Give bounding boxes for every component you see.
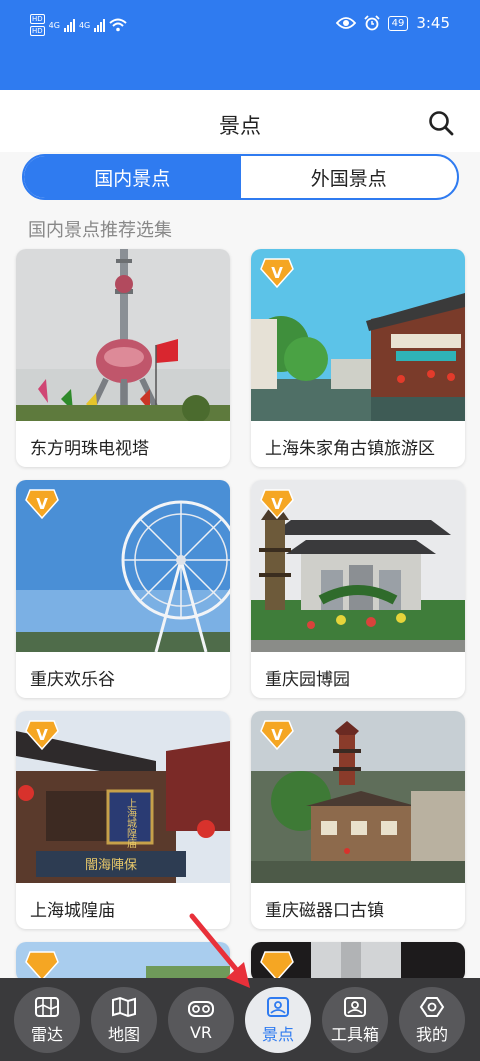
page-header: 景点 — [0, 90, 480, 152]
vip-badge-icon: V — [25, 720, 59, 751]
photo-icon — [267, 996, 289, 1017]
user-icon — [419, 996, 445, 1017]
attraction-card[interactable]: V 上海朱家角古镇旅游区 — [251, 249, 465, 467]
attraction-card[interactable]: V 重庆欢乐谷 — [16, 480, 230, 698]
svg-text:V: V — [271, 264, 283, 282]
svg-text:V: V — [36, 726, 48, 744]
attraction-name: 重庆磁器口古镇 — [265, 901, 384, 921]
svg-text:V: V — [271, 495, 283, 513]
app-bar-band — [0, 48, 480, 90]
nav-label: 工具箱 — [330, 1024, 379, 1044]
signal-icon — [94, 18, 106, 32]
network-type: 4G — [78, 20, 91, 30]
vip-badge-icon: V — [25, 489, 59, 520]
attraction-name: 上海朱家角古镇旅游区 — [265, 439, 435, 459]
attraction-name: 东方明珠电视塔 — [30, 439, 149, 459]
annotation-arrow-icon — [189, 913, 250, 988]
vip-badge-icon: V — [260, 720, 294, 751]
toolbox-icon — [344, 996, 366, 1017]
nav-label: 景点 — [261, 1024, 294, 1044]
nav-attractions[interactable]: 景点 — [245, 987, 311, 1053]
status-left: HD HD 4G 4G — [30, 14, 127, 36]
vr-glasses-icon — [188, 1001, 214, 1017]
map-fold-icon — [35, 996, 59, 1017]
nav-label: 地图 — [107, 1024, 140, 1044]
nav-map[interactable]: 地图 — [91, 987, 157, 1053]
attraction-name: 上海城隍庙 — [30, 901, 115, 921]
nav-label: VR — [189, 1023, 213, 1042]
map-icon — [112, 996, 136, 1017]
signal-icon — [63, 18, 75, 32]
nav-vr[interactable]: VR — [168, 987, 234, 1053]
hd-badge: HD — [30, 26, 45, 36]
section-title: 国内景点推荐选集 — [28, 220, 172, 241]
clock: 3:45 — [416, 14, 450, 32]
region-tabs: 国内景点 外国景点 — [22, 154, 459, 200]
page-title: 景点 — [219, 114, 261, 138]
eye-icon — [335, 17, 356, 29]
nav-mine[interactable]: 我的 — [399, 987, 465, 1053]
svg-text:闇海陣保: 闇海陣保 — [85, 858, 137, 873]
attraction-name: 重庆欢乐谷 — [30, 670, 115, 690]
nav-toolbox[interactable]: 工具箱 — [322, 987, 388, 1053]
alarm-icon — [363, 15, 380, 31]
svg-text:V: V — [36, 495, 48, 513]
status-bar: HD HD 4G 4G 49 3:45 — [0, 0, 480, 48]
svg-text:V: V — [271, 726, 283, 744]
attraction-name: 重庆园博园 — [265, 670, 350, 690]
attraction-card[interactable]: 东方明珠电视塔 — [16, 249, 230, 467]
svg-text:上海城隍庙: 上海城隍庙 — [125, 798, 137, 849]
tab-foreign[interactable]: 外国景点 — [241, 156, 458, 198]
search-icon[interactable] — [428, 110, 454, 136]
attraction-card[interactable]: 上海城隍庙 闇海陣保 V 上海城隍庙 — [16, 711, 230, 929]
wifi-icon — [109, 18, 127, 32]
attraction-card[interactable]: V 重庆园博园 — [251, 480, 465, 698]
battery-indicator: 49 — [387, 15, 409, 31]
nav-label: 雷达 — [30, 1024, 63, 1044]
nav-label: 我的 — [415, 1024, 448, 1044]
vip-badge-icon: V — [260, 258, 294, 289]
vip-badge-icon: V — [260, 489, 294, 520]
attraction-photo — [16, 249, 230, 421]
network-type: 4G — [48, 20, 60, 30]
tab-domestic[interactable]: 国内景点 — [24, 156, 241, 198]
nav-radar[interactable]: 雷达 — [14, 987, 80, 1053]
attraction-card[interactable]: V 重庆磁器口古镇 — [251, 711, 465, 929]
hd-badge: HD — [30, 14, 45, 24]
status-right: 49 3:45 — [335, 14, 450, 32]
attraction-card-partial[interactable] — [251, 942, 465, 982]
